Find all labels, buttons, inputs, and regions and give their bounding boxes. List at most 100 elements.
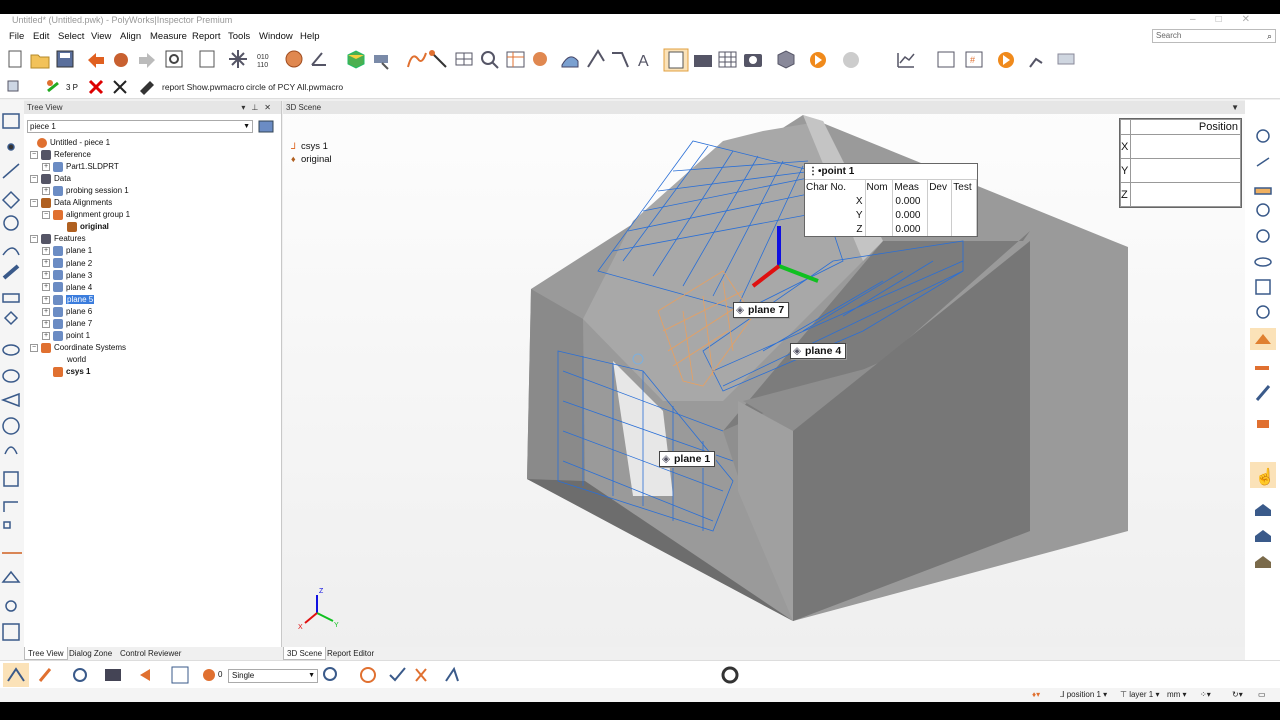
expand-icon[interactable]: +: [42, 307, 50, 316]
curve-tool-icon[interactable]: [407, 52, 427, 68]
camera-capture-icon[interactable]: [694, 55, 712, 67]
zoom-fit-icon[interactable]: [481, 51, 499, 69]
collapse-icon[interactable]: −: [30, 150, 38, 159]
expand-icon[interactable]: +: [42, 247, 50, 256]
undo-icon[interactable]: [88, 53, 104, 68]
tree-node[interactable]: + plane 5: [42, 294, 95, 306]
tree-node[interactable]: Untitled - piece 1: [26, 137, 110, 149]
explode-icon[interactable]: [229, 50, 247, 68]
collapse-icon[interactable]: −: [42, 211, 50, 220]
settings-icon[interactable]: [165, 50, 183, 68]
point-select-icon[interactable]: [73, 668, 87, 682]
back-icon[interactable]: [140, 669, 150, 681]
menu-edit[interactable]: Edit: [33, 31, 49, 42]
cancel-icon[interactable]: [113, 80, 127, 94]
expand-icon[interactable]: +: [42, 162, 50, 171]
visibility-eye-icon[interactable]: [1254, 257, 1272, 267]
macro-circle-pcy[interactable]: circle of PCY All.pwmacro: [246, 82, 343, 92]
probe-scan-icon[interactable]: [374, 55, 389, 70]
tree-node[interactable]: + plane 2: [42, 258, 92, 270]
zoom-select-icon[interactable]: [323, 667, 337, 681]
search-icon[interactable]: ⌕: [1267, 30, 1272, 42]
tree-node[interactable]: original: [56, 221, 109, 233]
select-region-icon[interactable]: [1255, 530, 1271, 542]
status-refresh-icon[interactable]: ↻▾: [1232, 690, 1243, 699]
snapshot-icon[interactable]: [744, 54, 762, 67]
filter-icon[interactable]: [360, 667, 376, 683]
3d-scene-view[interactable]: 3D Scene ▼ ⅃ csys 1 ♦ original ⋮•point 1…: [283, 101, 1245, 647]
clapper-icon[interactable]: [105, 669, 121, 681]
position-table[interactable]: Position X Y Z: [1119, 118, 1242, 208]
window-controls[interactable]: –□✕: [1190, 14, 1270, 25]
expand-icon[interactable]: +: [42, 187, 50, 196]
tree-node[interactable]: + plane 6: [42, 306, 92, 318]
download-icon[interactable]: [1254, 187, 1272, 195]
new-file-icon[interactable]: [8, 50, 22, 68]
tree-node[interactable]: − Coordinate Systems: [30, 342, 126, 354]
zoom-all-icon[interactable]: [1256, 129, 1270, 143]
callout-plane-1[interactable]: ◈ plane 1: [659, 451, 716, 467]
taper-icon[interactable]: [0, 392, 20, 408]
line-icon[interactable]: [2, 163, 20, 179]
point-icon[interactable]: [7, 143, 15, 151]
sphere-icon[interactable]: [2, 417, 20, 435]
scene-item-csys[interactable]: ⅃ csys 1: [291, 141, 332, 154]
torus-icon[interactable]: [4, 446, 18, 455]
collapse-icon[interactable]: −: [30, 343, 38, 352]
cylinder-icon[interactable]: [2, 264, 20, 280]
section-icon[interactable]: [587, 49, 605, 68]
mesh-sphere-icon[interactable]: [285, 50, 303, 68]
document-export-icon[interactable]: [171, 666, 189, 684]
status-snap-icon[interactable]: ⁘▾: [1200, 690, 1211, 699]
callout-plane-4[interactable]: ◈ plane 4: [790, 343, 847, 359]
menu-measure[interactable]: Measure: [150, 31, 187, 42]
expand-icon[interactable]: +: [42, 319, 50, 328]
tree-node[interactable]: + plane 4: [42, 282, 92, 294]
target-icon[interactable]: [5, 600, 17, 612]
redo-mesh-icon[interactable]: [114, 53, 128, 67]
play-icon[interactable]: [810, 52, 826, 68]
document-icon[interactable]: [199, 50, 215, 68]
export-icon[interactable]: [777, 50, 795, 69]
check-icon[interactable]: [389, 667, 406, 682]
probe-device-icon[interactable]: [7, 80, 19, 92]
circle-icon[interactable]: [3, 215, 19, 231]
tree-node[interactable]: + point 1: [42, 330, 90, 342]
measure-tool-icon[interactable]: [415, 668, 427, 682]
expand-icon[interactable]: +: [42, 259, 50, 268]
angle-icon[interactable]: [1, 570, 21, 583]
wrench-icon[interactable]: [1255, 385, 1271, 401]
zoom-window-icon[interactable]: [1256, 203, 1270, 217]
expand-icon[interactable]: +: [42, 331, 50, 340]
menu-file[interactable]: File: [9, 31, 24, 42]
rotate-view-icon[interactable]: [1256, 157, 1270, 167]
tree-node[interactable]: − alignment group 1: [42, 209, 130, 221]
search-input[interactable]: Search ⌕: [1152, 29, 1276, 43]
menu-view[interactable]: View: [91, 31, 111, 42]
macro-report-show[interactable]: report Show.pwmacro: [162, 82, 244, 92]
text-annotation-icon[interactable]: A: [638, 53, 649, 70]
menu-help[interactable]: Help: [300, 31, 320, 42]
tree-node[interactable]: − Data: [30, 173, 71, 185]
warning-icon[interactable]: [1257, 420, 1269, 428]
expand-icon[interactable]: +: [42, 271, 50, 280]
cone-icon[interactable]: [2, 369, 20, 383]
tree-node[interactable]: csys 1: [42, 366, 90, 378]
macro-icon[interactable]: [140, 81, 154, 95]
menu-select[interactable]: Select: [58, 31, 84, 42]
measure-grid-icon[interactable]: [455, 52, 473, 66]
selection-mode-select[interactable]: Single ▼: [228, 669, 318, 683]
collapse-icon[interactable]: −: [30, 235, 38, 244]
grid-plane-icon[interactable]: [2, 113, 20, 129]
robot-arm-icon[interactable]: [1029, 57, 1043, 68]
tab-tree-view[interactable]: Tree View: [24, 647, 68, 660]
view-cube-icon[interactable]: [1255, 279, 1271, 295]
piece-properties-icon[interactable]: [258, 119, 274, 134]
surface-grid-icon[interactable]: [2, 623, 20, 641]
clipboard-icon[interactable]: [663, 48, 689, 72]
menu-tools[interactable]: Tools: [228, 31, 250, 42]
run-icon[interactable]: [998, 52, 1014, 68]
collapse-icon[interactable]: −: [30, 199, 38, 208]
pick-mode-icon[interactable]: [3, 663, 29, 687]
expand-icon[interactable]: +: [42, 283, 50, 292]
